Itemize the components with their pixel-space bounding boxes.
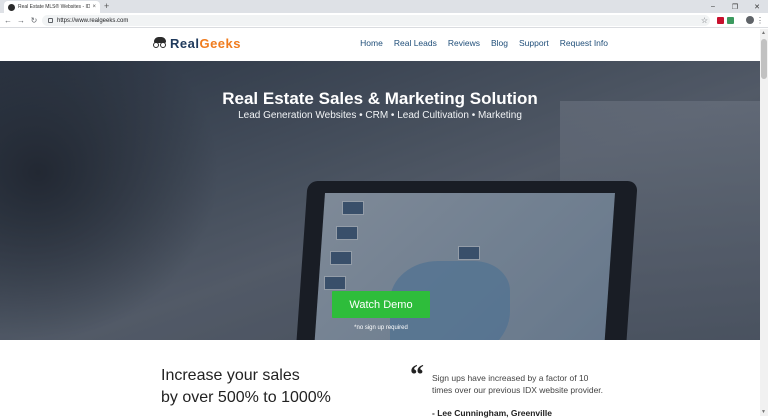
bookmark-star-icon[interactable]: ☆ xyxy=(701,15,708,26)
quote-icon: “ xyxy=(410,360,424,391)
tab-close-icon[interactable]: × xyxy=(92,4,96,10)
nav-support[interactable]: Support xyxy=(519,38,549,48)
nav-real-leads[interactable]: Real Leads xyxy=(394,38,437,48)
sales-headline: Increase your sales by over 500% to 1000… xyxy=(161,367,331,406)
watch-demo-button[interactable]: Watch Demo xyxy=(332,291,430,318)
nav-home[interactable]: Home xyxy=(360,38,383,48)
scroll-thumb[interactable] xyxy=(761,39,767,79)
reload-icon[interactable]: ↻ xyxy=(29,15,39,26)
browser-toolbar: ← → ↻ https://www.realgeeks.com ☆ ⋮ xyxy=(0,13,768,28)
profile-avatar-icon[interactable] xyxy=(746,16,754,24)
extension-icon[interactable] xyxy=(717,17,724,24)
minimize-button[interactable]: – xyxy=(702,0,724,13)
site-favicon-icon xyxy=(8,3,15,11)
sales-section: Increase your sales by over 500% to 1000… xyxy=(0,340,760,418)
site-header: RealGeeks Home Real Leads Reviews Blog S… xyxy=(0,29,760,61)
nav-reviews[interactable]: Reviews xyxy=(448,38,480,48)
close-window-button[interactable]: ✕ xyxy=(746,0,768,13)
testimonial-quote: Sign ups have increased by a factor of 1… xyxy=(432,373,604,395)
hero-section: Real Estate Sales & Marketing Solution L… xyxy=(0,61,760,340)
nav-request-info[interactable]: Request Info xyxy=(560,38,608,48)
browser-tab[interactable]: Real Estate MLS® Websites - IDX × xyxy=(4,1,100,13)
back-arrow-icon[interactable]: ← xyxy=(3,15,13,26)
geek-mascot-icon xyxy=(153,36,167,51)
browser-tab-strip: Real Estate MLS® Websites - IDX × + – ❐ … xyxy=(0,0,768,13)
logo-wordmark: RealGeeks xyxy=(170,36,242,51)
tab-title: Real Estate MLS® Websites - IDX xyxy=(18,4,91,10)
window-controls: – ❐ ✕ xyxy=(702,0,768,13)
nav-blog[interactable]: Blog xyxy=(491,38,508,48)
hero-title: Real Estate Sales & Marketing Solution xyxy=(222,89,538,108)
main-nav: Home Real Leads Reviews Blog Support Req… xyxy=(360,38,608,48)
new-tab-button[interactable]: + xyxy=(104,1,109,12)
page-scrollbar[interactable]: ▲ ▼ xyxy=(760,29,768,416)
no-signup-note: *no sign up required xyxy=(354,325,408,331)
extension-icon[interactable] xyxy=(727,17,734,24)
hero-subtitle: Lead Generation Websites • CRM • Lead Cu… xyxy=(238,110,522,121)
scroll-down-icon[interactable]: ▼ xyxy=(761,409,766,415)
address-bar[interactable]: https://www.realgeeks.com xyxy=(42,15,710,26)
browser-menu-icon[interactable]: ⋮ xyxy=(756,15,764,26)
realgeeks-logo[interactable]: RealGeeks xyxy=(153,36,241,51)
scroll-up-icon[interactable]: ▲ xyxy=(761,30,766,36)
testimonial-author: - Lee Cunningham, Greenville xyxy=(432,408,552,418)
restore-button[interactable]: ❐ xyxy=(724,0,746,13)
url-text[interactable]: https://www.realgeeks.com xyxy=(57,18,128,24)
forward-arrow-icon[interactable]: → xyxy=(16,15,26,26)
lock-icon[interactable] xyxy=(48,18,53,23)
